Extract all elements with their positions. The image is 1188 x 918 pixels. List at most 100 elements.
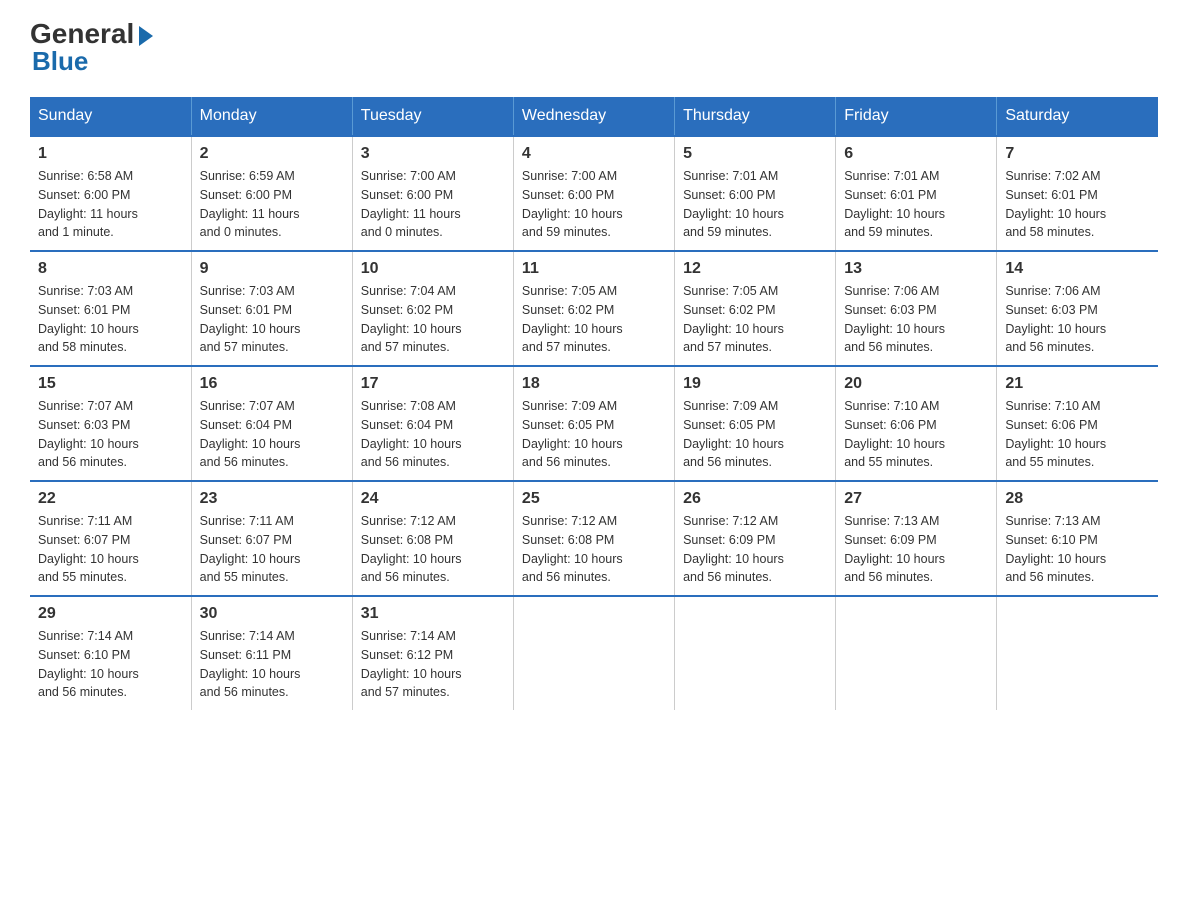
calendar-cell: 24 Sunrise: 7:12 AMSunset: 6:08 PMDayligh… [352, 481, 513, 596]
day-number: 12 [683, 260, 827, 278]
day-number: 28 [1005, 490, 1150, 508]
calendar-week-row: 15 Sunrise: 7:07 AMSunset: 6:03 PMDayligh… [30, 366, 1158, 481]
day-info: Sunrise: 7:03 AMSunset: 6:01 PMDaylight:… [200, 282, 344, 357]
day-number: 11 [522, 260, 666, 278]
day-number: 22 [38, 490, 183, 508]
calendar-cell: 22 Sunrise: 7:11 AMSunset: 6:07 PMDayligh… [30, 481, 191, 596]
day-header-thursday: Thursday [675, 97, 836, 136]
calendar-cell: 7 Sunrise: 7:02 AMSunset: 6:01 PMDaylight… [997, 136, 1158, 251]
day-info: Sunrise: 7:08 AMSunset: 6:04 PMDaylight:… [361, 397, 505, 472]
day-number: 14 [1005, 260, 1150, 278]
calendar-cell [513, 596, 674, 710]
calendar-cell: 18Sunrise: 7:09 AMSunset: 6:05 PMDayligh… [513, 366, 674, 481]
day-info: Sunrise: 7:01 AMSunset: 6:01 PMDaylight:… [844, 167, 988, 242]
day-info: Sunrise: 7:12 AMSunset: 6:08 PMDaylight:… [522, 512, 666, 587]
logo: General Blue [30, 20, 153, 77]
calendar-cell: 11 Sunrise: 7:05 AMSunset: 6:02 PMDayligh… [513, 251, 674, 366]
day-number: 9 [200, 260, 344, 278]
calendar-cell: 31 Sunrise: 7:14 AMSunset: 6:12 PMDayligh… [352, 596, 513, 710]
day-number: 15 [38, 375, 183, 393]
calendar-cell: 16 Sunrise: 7:07 AMSunset: 6:04 PMDayligh… [191, 366, 352, 481]
calendar-cell: 26 Sunrise: 7:12 AMSunset: 6:09 PMDayligh… [675, 481, 836, 596]
calendar-table: SundayMondayTuesdayWednesdayThursdayFrid… [30, 97, 1158, 710]
logo-blue-text: Blue [30, 46, 88, 77]
day-number: 25 [522, 490, 666, 508]
day-number: 3 [361, 145, 505, 163]
day-number: 13 [844, 260, 988, 278]
day-info: Sunrise: 7:14 AMSunset: 6:12 PMDaylight:… [361, 627, 505, 702]
calendar-cell [836, 596, 997, 710]
day-header-friday: Friday [836, 97, 997, 136]
day-info: Sunrise: 7:11 AMSunset: 6:07 PMDaylight:… [200, 512, 344, 587]
calendar-cell: 13 Sunrise: 7:06 AMSunset: 6:03 PMDayligh… [836, 251, 997, 366]
calendar-cell: 3 Sunrise: 7:00 AMSunset: 6:00 PMDaylight… [352, 136, 513, 251]
day-number: 20 [844, 375, 988, 393]
calendar-cell: 19 Sunrise: 7:09 AMSunset: 6:05 PMDayligh… [675, 366, 836, 481]
day-info: Sunrise: 7:07 AMSunset: 6:04 PMDaylight:… [200, 397, 344, 472]
day-info: Sunrise: 7:01 AMSunset: 6:00 PMDaylight:… [683, 167, 827, 242]
calendar-cell: 6 Sunrise: 7:01 AMSunset: 6:01 PMDaylight… [836, 136, 997, 251]
calendar-cell: 25 Sunrise: 7:12 AMSunset: 6:08 PMDayligh… [513, 481, 674, 596]
day-info: Sunrise: 7:02 AMSunset: 6:01 PMDaylight:… [1005, 167, 1150, 242]
day-number: 2 [200, 145, 344, 163]
day-number: 18 [522, 375, 666, 393]
day-number: 27 [844, 490, 988, 508]
page-header: General Blue [30, 20, 1158, 77]
calendar-cell: 4Sunrise: 7:00 AMSunset: 6:00 PMDaylight… [513, 136, 674, 251]
calendar-cell: 8Sunrise: 7:03 AMSunset: 6:01 PMDaylight… [30, 251, 191, 366]
day-info: Sunrise: 7:07 AMSunset: 6:03 PMDaylight:… [38, 397, 183, 472]
day-number: 5 [683, 145, 827, 163]
day-info: Sunrise: 7:00 AMSunset: 6:00 PMDaylight:… [361, 167, 505, 242]
day-info: Sunrise: 7:13 AMSunset: 6:10 PMDaylight:… [1005, 512, 1150, 587]
calendar-cell: 29Sunrise: 7:14 AMSunset: 6:10 PMDayligh… [30, 596, 191, 710]
calendar-cell: 21Sunrise: 7:10 AMSunset: 6:06 PMDayligh… [997, 366, 1158, 481]
calendar-week-row: 8 Sunrise: 7:03 AMSunset: 6:01 PMDaylight… [30, 251, 1158, 366]
day-number: 7 [1005, 145, 1150, 163]
day-number: 31 [361, 605, 505, 623]
day-header-saturday: Saturday [997, 97, 1158, 136]
calendar-cell: 20 Sunrise: 7:10 AMSunset: 6:06 PMDayligh… [836, 366, 997, 481]
calendar-cell: 23 Sunrise: 7:11 AMSunset: 6:07 PMDayligh… [191, 481, 352, 596]
day-info: Sunrise: 7:11 AMSunset: 6:07 PMDaylight:… [38, 512, 183, 587]
calendar-cell: 17 Sunrise: 7:08 AMSunset: 6:04 PMDayligh… [352, 366, 513, 481]
day-header-tuesday: Tuesday [352, 97, 513, 136]
calendar-cell: 30Sunrise: 7:14 AMSunset: 6:11 PMDayligh… [191, 596, 352, 710]
day-info: Sunrise: 6:59 AMSunset: 6:00 PMDaylight:… [200, 167, 344, 242]
calendar-cell [997, 596, 1158, 710]
day-info: Sunrise: 7:06 AMSunset: 6:03 PMDaylight:… [844, 282, 988, 357]
calendar-cell [675, 596, 836, 710]
day-number: 17 [361, 375, 505, 393]
calendar-cell: 28 Sunrise: 7:13 AMSunset: 6:10 PMDayligh… [997, 481, 1158, 596]
day-info: Sunrise: 7:14 AMSunset: 6:10 PMDaylight:… [38, 627, 183, 702]
day-number: 24 [361, 490, 505, 508]
calendar-week-row: 29Sunrise: 7:14 AMSunset: 6:10 PMDayligh… [30, 596, 1158, 710]
day-number: 8 [38, 260, 183, 278]
day-number: 23 [200, 490, 344, 508]
calendar-cell: 9 Sunrise: 7:03 AMSunset: 6:01 PMDaylight… [191, 251, 352, 366]
day-header-monday: Monday [191, 97, 352, 136]
day-info: Sunrise: 7:04 AMSunset: 6:02 PMDaylight:… [361, 282, 505, 357]
day-info: Sunrise: 7:12 AMSunset: 6:09 PMDaylight:… [683, 512, 827, 587]
calendar-cell: 2 Sunrise: 6:59 AMSunset: 6:00 PMDaylight… [191, 136, 352, 251]
day-info: Sunrise: 7:05 AMSunset: 6:02 PMDaylight:… [522, 282, 666, 357]
day-info: Sunrise: 7:12 AMSunset: 6:08 PMDaylight:… [361, 512, 505, 587]
day-number: 26 [683, 490, 827, 508]
calendar-cell: 1Sunrise: 6:58 AMSunset: 6:00 PMDaylight… [30, 136, 191, 251]
day-number: 1 [38, 145, 183, 163]
day-info: Sunrise: 7:05 AMSunset: 6:02 PMDaylight:… [683, 282, 827, 357]
day-info: Sunrise: 7:10 AMSunset: 6:06 PMDaylight:… [844, 397, 988, 472]
day-header-wednesday: Wednesday [513, 97, 674, 136]
day-number: 10 [361, 260, 505, 278]
day-number: 21 [1005, 375, 1150, 393]
calendar-cell: 14 Sunrise: 7:06 AMSunset: 6:03 PMDayligh… [997, 251, 1158, 366]
calendar-cell: 5 Sunrise: 7:01 AMSunset: 6:00 PMDaylight… [675, 136, 836, 251]
day-info: Sunrise: 7:06 AMSunset: 6:03 PMDaylight:… [1005, 282, 1150, 357]
day-info: Sunrise: 7:09 AMSunset: 6:05 PMDaylight:… [683, 397, 827, 472]
day-info: Sunrise: 7:13 AMSunset: 6:09 PMDaylight:… [844, 512, 988, 587]
calendar-cell: 12 Sunrise: 7:05 AMSunset: 6:02 PMDayligh… [675, 251, 836, 366]
day-info: Sunrise: 7:00 AMSunset: 6:00 PMDaylight:… [522, 167, 666, 242]
day-number: 19 [683, 375, 827, 393]
day-number: 16 [200, 375, 344, 393]
calendar-cell: 15 Sunrise: 7:07 AMSunset: 6:03 PMDayligh… [30, 366, 191, 481]
day-number: 6 [844, 145, 988, 163]
